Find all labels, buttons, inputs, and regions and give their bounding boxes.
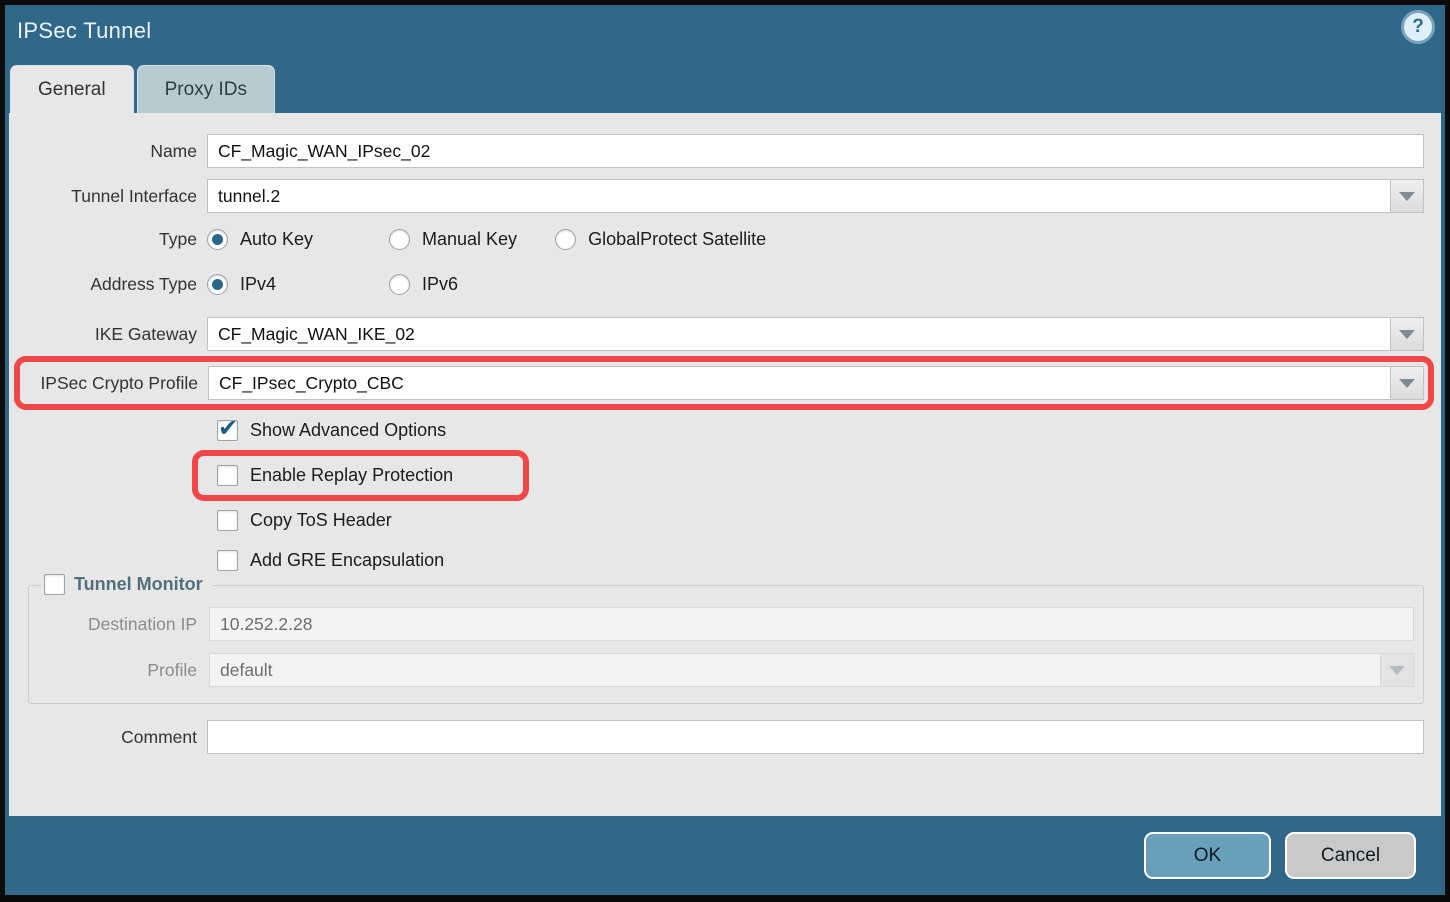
profile-row: Profile default bbox=[29, 653, 1423, 687]
checkbox-icon[interactable] bbox=[217, 550, 238, 571]
tab-general-label: General bbox=[38, 79, 106, 101]
copy-tos-header-label: Copy ToS Header bbox=[250, 510, 392, 531]
chevron-down-icon bbox=[1399, 379, 1415, 388]
checkbox-icon[interactable] bbox=[44, 574, 65, 595]
ike-gateway-row: IKE Gateway CF_Magic_WAN_IKE_02 bbox=[9, 317, 1441, 351]
type-radio-auto-key[interactable]: Auto Key bbox=[207, 229, 347, 250]
address-type-label: Address Type bbox=[9, 274, 207, 295]
chevron-down-icon bbox=[1399, 330, 1415, 339]
radio-icon bbox=[389, 274, 410, 295]
radio-icon bbox=[555, 229, 576, 250]
radio-icon bbox=[389, 229, 410, 250]
radio-selected-icon bbox=[207, 274, 228, 295]
tab-proxy-ids-label: Proxy IDs bbox=[165, 79, 247, 101]
tunnel-interface-row: Tunnel Interface tunnel.2 bbox=[9, 179, 1441, 213]
ipsec-crypto-profile-label: IPSec Crypto Profile bbox=[20, 373, 208, 394]
cancel-button[interactable]: Cancel bbox=[1285, 832, 1416, 879]
name-row: Name CF_Magic_WAN_IPsec_02 bbox=[9, 134, 1441, 168]
dialog-title: IPSec Tunnel bbox=[17, 18, 151, 44]
profile-dropdown-button bbox=[1380, 653, 1414, 687]
checkbox-checked-icon[interactable] bbox=[217, 420, 238, 441]
tunnel-interface-label: Tunnel Interface bbox=[9, 186, 207, 207]
help-glyph: ? bbox=[1412, 16, 1424, 38]
ike-gateway-input[interactable]: CF_Magic_WAN_IKE_02 bbox=[207, 317, 1390, 351]
destination-ip-input: 10.252.2.28 bbox=[209, 607, 1414, 641]
general-tab-panel: Name CF_Magic_WAN_IPsec_02 Tunnel Interf… bbox=[9, 113, 1441, 816]
add-gre-encapsulation-label: Add GRE Encapsulation bbox=[250, 550, 444, 571]
dialog-footer: OK Cancel bbox=[5, 816, 1445, 895]
tunnel-monitor-label: Tunnel Monitor bbox=[74, 574, 203, 595]
radio-selected-icon bbox=[207, 229, 228, 250]
copy-tos-header-row[interactable]: Copy ToS Header bbox=[217, 510, 1441, 531]
type-row: Type Auto Key Manual Key GlobalProtect S… bbox=[9, 229, 1441, 250]
address-type-row: Address Type IPv4 IPv6 bbox=[9, 274, 1441, 295]
add-gre-encapsulation-row[interactable]: Add GRE Encapsulation bbox=[217, 550, 1441, 571]
tunnel-monitor-group: Tunnel Monitor Destination IP 10.252.2.2… bbox=[28, 585, 1424, 704]
dialog-titlebar: IPSec Tunnel ? bbox=[5, 5, 1445, 61]
tab-proxy-ids[interactable]: Proxy IDs bbox=[137, 65, 275, 113]
tunnel-interface-input[interactable]: tunnel.2 bbox=[207, 179, 1390, 213]
ipsec-tunnel-dialog: IPSec Tunnel ? General Proxy IDs Name CF… bbox=[0, 0, 1450, 902]
type-label: Type bbox=[9, 229, 207, 250]
tunnel-monitor-legend[interactable]: Tunnel Monitor bbox=[42, 574, 213, 595]
type-radio-globalprotect-satellite[interactable]: GlobalProtect Satellite bbox=[555, 229, 766, 250]
chevron-down-icon bbox=[1389, 666, 1405, 675]
enable-replay-protection-label: Enable Replay Protection bbox=[250, 465, 453, 486]
chevron-down-icon bbox=[1399, 192, 1415, 201]
address-type-radio-ipv6[interactable]: IPv6 bbox=[389, 274, 458, 295]
ok-button[interactable]: OK bbox=[1144, 832, 1271, 879]
profile-input: default bbox=[209, 653, 1380, 687]
destination-ip-row: Destination IP 10.252.2.28 bbox=[29, 607, 1423, 641]
comment-row: Comment bbox=[9, 720, 1441, 754]
checkbox-icon[interactable] bbox=[217, 465, 238, 486]
ike-gateway-label: IKE Gateway bbox=[9, 324, 207, 345]
enable-replay-protection-highlight[interactable]: Enable Replay Protection bbox=[192, 450, 529, 501]
show-advanced-options-row[interactable]: Show Advanced Options bbox=[217, 420, 1441, 441]
profile-label: Profile bbox=[29, 660, 209, 681]
comment-input[interactable] bbox=[207, 720, 1424, 754]
checkbox-icon[interactable] bbox=[217, 510, 238, 531]
tunnel-interface-dropdown-button[interactable] bbox=[1390, 179, 1424, 213]
comment-label: Comment bbox=[9, 727, 207, 748]
tab-bar: General Proxy IDs bbox=[5, 61, 1445, 113]
ipsec-crypto-profile-input[interactable]: CF_IPsec_Crypto_CBC bbox=[208, 366, 1390, 400]
ike-gateway-dropdown-button[interactable] bbox=[1390, 317, 1424, 351]
help-icon[interactable]: ? bbox=[1404, 13, 1432, 41]
destination-ip-label: Destination IP bbox=[29, 614, 209, 635]
ipsec-crypto-profile-highlight: IPSec Crypto Profile CF_IPsec_Crypto_CBC bbox=[14, 356, 1434, 410]
ipsec-crypto-profile-dropdown-button[interactable] bbox=[1390, 366, 1424, 400]
name-input[interactable]: CF_Magic_WAN_IPsec_02 bbox=[207, 134, 1424, 168]
type-radio-manual-key[interactable]: Manual Key bbox=[389, 229, 517, 250]
tab-general[interactable]: General bbox=[10, 65, 134, 113]
show-advanced-options-label: Show Advanced Options bbox=[250, 420, 446, 441]
address-type-radio-ipv4[interactable]: IPv4 bbox=[207, 274, 347, 295]
name-label: Name bbox=[9, 141, 207, 162]
